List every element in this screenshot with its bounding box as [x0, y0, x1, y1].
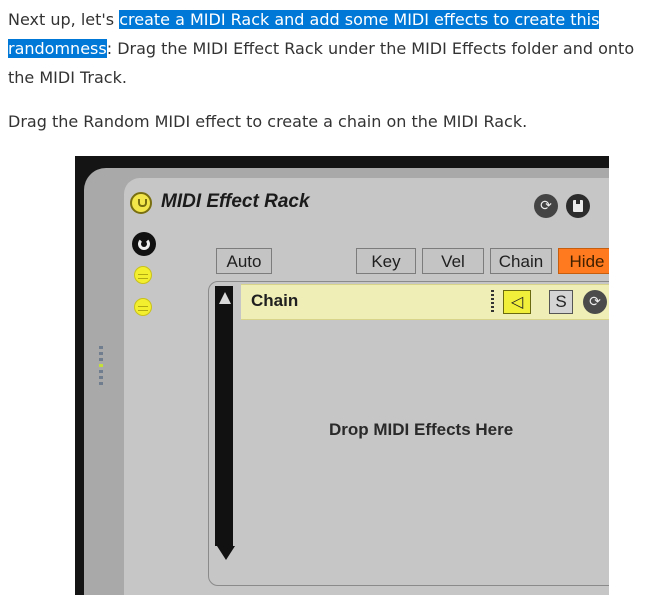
chain-list[interactable]: Chain ◁ S ⟳ Drop MIDI Effects Here	[208, 281, 609, 586]
chain-button[interactable]: Chain	[490, 248, 552, 274]
save-preset-icon[interactable]	[566, 194, 590, 218]
ableton-screenshot: MIDI Effect Rack ⟳ Auto Key Vel Chain Hi…	[75, 156, 609, 595]
device-panel: MIDI Effect Rack ⟳ Auto Key Vel Chain Hi…	[84, 168, 609, 595]
scroll-down-icon[interactable]	[217, 546, 235, 560]
chain-scrollbar[interactable]	[215, 286, 233, 546]
key-button[interactable]: Key	[356, 248, 416, 274]
chain-drag-handle[interactable]	[491, 290, 494, 314]
macro-view-icon[interactable]	[132, 232, 156, 256]
chain-name[interactable]: Chain	[251, 291, 298, 311]
device-resize-grip[interactable]	[98, 346, 104, 388]
intro-paragraph: Next up, let's create a MIDI Rack and ad…	[8, 5, 660, 92]
hide-button[interactable]: Hide	[558, 248, 609, 274]
speaker-icon[interactable]: ◁	[503, 290, 531, 314]
drop-zone-text: Drop MIDI Effects Here	[329, 420, 514, 439]
solo-button[interactable]: S	[549, 290, 573, 314]
vel-button[interactable]: Vel	[422, 248, 484, 274]
intro-text-start: Next up, let's	[8, 10, 120, 29]
hot-swap-icon[interactable]: ⟳	[534, 194, 558, 218]
instruction-paragraph: Drag the Random MIDI effect to create a …	[8, 112, 528, 131]
chain-row[interactable]: Chain ◁ S ⟳	[241, 284, 609, 320]
devices-toggle-icon[interactable]	[134, 298, 152, 316]
auto-button[interactable]: Auto	[216, 248, 272, 274]
rack-title: MIDI Effect Rack	[161, 191, 310, 212]
scroll-up-icon[interactable]	[219, 292, 231, 304]
device-power-icon[interactable]	[130, 192, 152, 214]
chain-list-toggle-icon[interactable]	[134, 266, 152, 284]
chain-hot-swap-icon[interactable]: ⟳	[583, 290, 607, 314]
midi-effect-rack: MIDI Effect Rack ⟳ Auto Key Vel Chain Hi…	[124, 178, 609, 595]
